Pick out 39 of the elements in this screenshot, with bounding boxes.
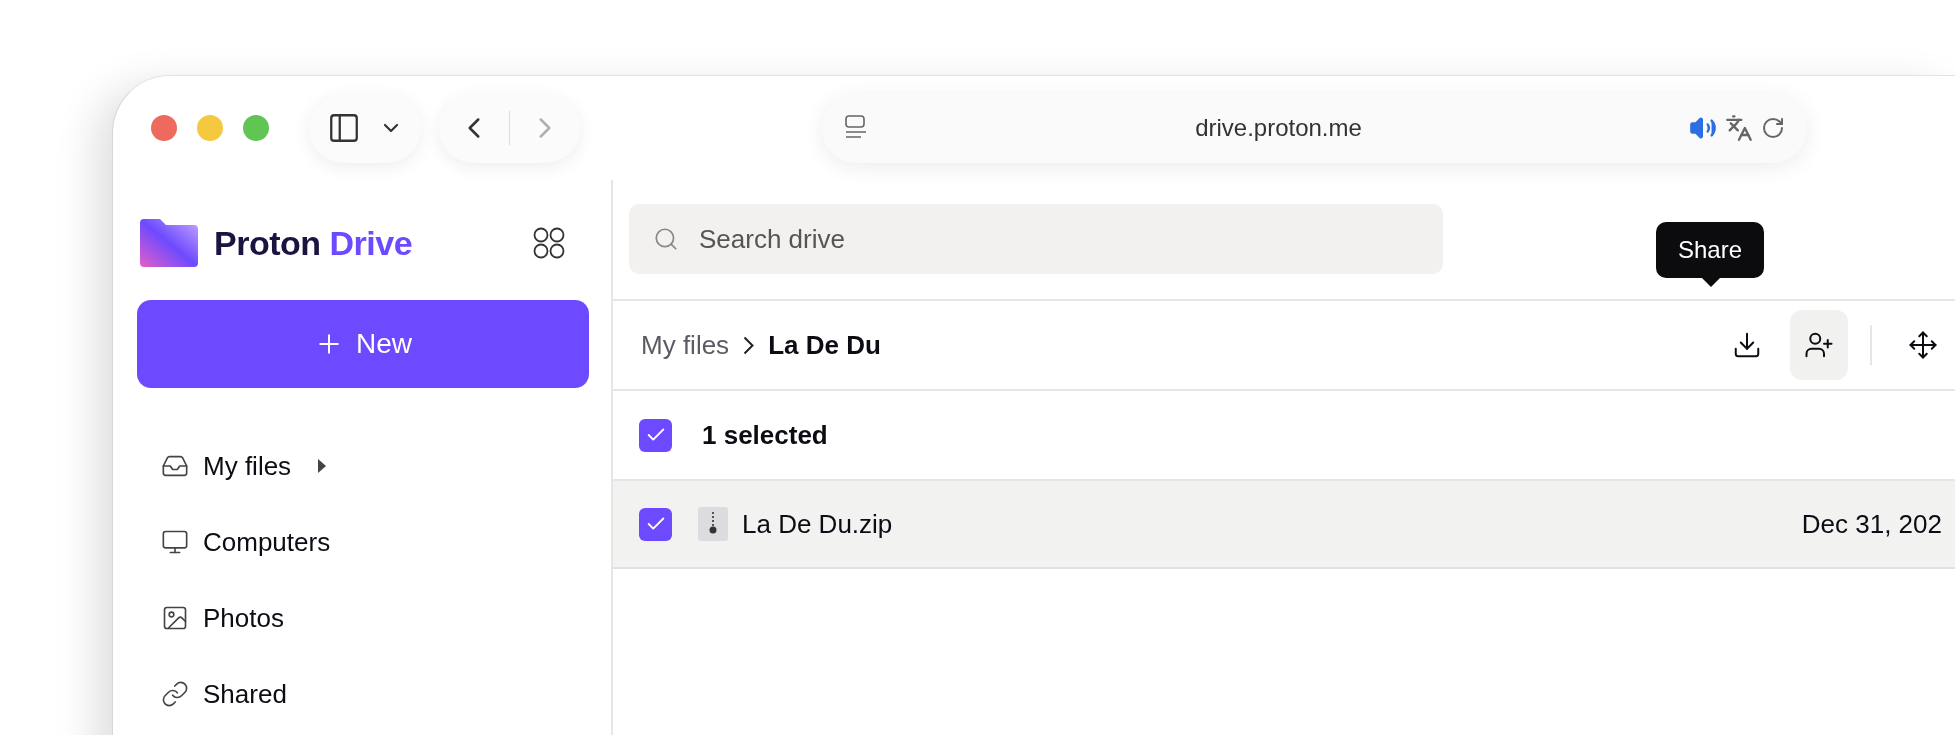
app-grid-icon[interactable] — [533, 227, 565, 259]
modified-date: Dec 31, 202 — [1801, 508, 1942, 540]
sidebar-item[interactable]: My files — [137, 428, 328, 504]
tooltip: Share — [1656, 222, 1765, 278]
breadcrumb-chevron-icon — [743, 335, 755, 355]
breadcrumb-link[interactable]: My files — [641, 329, 730, 361]
page-menu-icon — [844, 115, 868, 141]
download-icon — [1732, 330, 1762, 360]
sidebar-item[interactable]: Shared — [137, 656, 287, 732]
close-button[interactable] — [151, 115, 177, 141]
file-name: La De Du.zip — [742, 508, 893, 540]
translate-icon[interactable] — [1725, 114, 1753, 142]
share-button[interactable] — [1790, 310, 1848, 380]
sidebar-item[interactable]: Computers — [137, 504, 331, 580]
brand-name: Proton Drive — [214, 223, 413, 263]
breadcrumb-link[interactable]: La De Du — [768, 329, 881, 361]
sidebar-toggle-button[interactable] — [327, 111, 361, 145]
file-row[interactable]: La De Du.zip Dec 31, 202 — [613, 481, 1955, 569]
tooltip-pointer — [1700, 276, 1722, 287]
sidebar-item[interactable]: Photos — [137, 580, 284, 656]
zip-file-icon — [698, 507, 728, 541]
photos-icon — [161, 604, 189, 632]
sidebar-icon — [327, 111, 361, 145]
url-text: drive.proton.me — [1194, 114, 1363, 142]
search-field[interactable]: Search drive — [629, 204, 1443, 274]
reload-icon[interactable] — [1761, 116, 1785, 140]
expand-caret-icon[interactable] — [317, 458, 328, 474]
search-input[interactable]: Search drive — [697, 222, 1419, 256]
computers-icon — [161, 528, 189, 556]
address-bar[interactable]: drive.proton.me — [822, 93, 1807, 163]
add-person-icon — [1804, 330, 1834, 360]
new-button[interactable]: New — [137, 300, 589, 388]
select-all-checkbox[interactable] — [639, 418, 672, 452]
move-arrows-icon — [1908, 330, 1938, 360]
file-checkbox[interactable] — [639, 507, 672, 541]
folder-logo-icon — [140, 219, 198, 267]
shared-icon — [161, 680, 189, 708]
search-icon — [653, 226, 679, 252]
selection-count: 1 selected — [702, 419, 828, 451]
